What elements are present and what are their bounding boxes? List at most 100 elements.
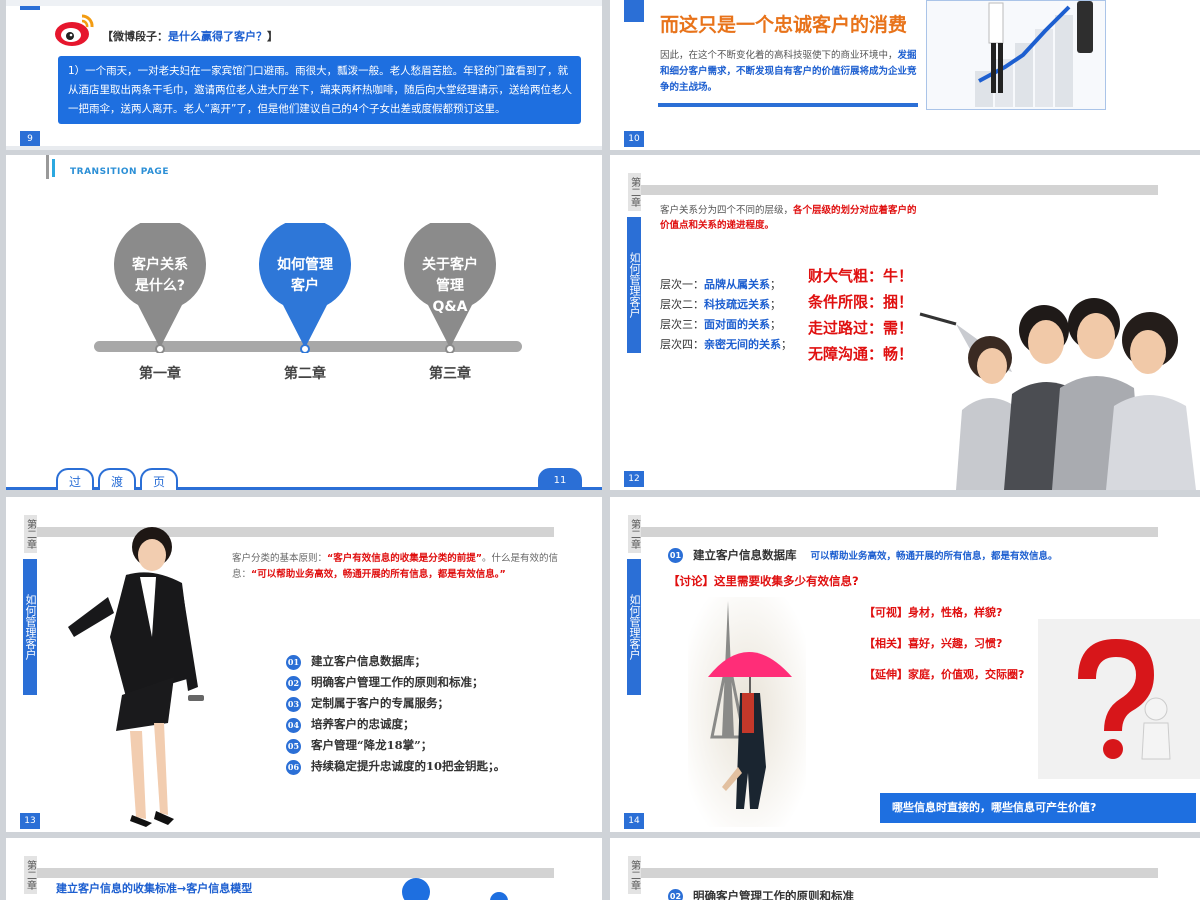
item-text: 定制属于客户的专属服务； (311, 696, 449, 710)
level-tail: ； (781, 338, 792, 351)
blue-decoration-small (490, 892, 508, 900)
level-row: 层次一：品牌从属关系； (660, 275, 792, 295)
level-row: 层次三：面对面的关系； (660, 315, 792, 335)
point-row: 【延伸】家庭，价值观，交际圈? (864, 659, 1024, 690)
intro-plain: 客户关系分为四个不同的层级， (660, 205, 794, 216)
chapter-title: 如何管理客户 (627, 217, 641, 353)
slide-number: 11 (538, 468, 582, 490)
slide13-principle: 客户分类的基本原则：“客户有效信息的收集是分类的前提”。什么是有效的信息：“可以… (232, 551, 582, 583)
slogan: 条件所限：捆！ (808, 293, 914, 311)
item-note: 可以帮助业务高效，畅通开展的所有信息，都是有效信息。 (810, 551, 1058, 562)
level-name: 亲密无间的关系 (704, 338, 781, 351)
chapter-number: 第二章 (627, 515, 641, 553)
slide-11[interactable]: TRANSITION PAGE 客户关系 是什么? 如何管理 客户 关于客户 管… (6, 155, 602, 490)
tab-du[interactable]: 渡 (98, 468, 136, 490)
slide10-title: 而这只是一个忠诚客户的消费 (660, 14, 908, 36)
level-name: 面对面的关系 (704, 318, 770, 331)
transition-marker-blue (52, 159, 55, 177)
item-number: 02 (668, 889, 683, 900)
item-number: 01 (668, 548, 683, 563)
eiffel-umbrella-photo (688, 597, 806, 827)
slide12-intro: 客户关系分为四个不同的层级，各个层级的划分对应着客户的价值点和关系的递进程度。 (660, 203, 920, 233)
item-text: 明确客户管理工作的原则和标准； (311, 675, 484, 689)
list-item: 03 定制属于客户的专属服务； (286, 693, 505, 714)
principle-plain: 客户分类的基本原则： (232, 553, 328, 564)
chapter-number: 第二章 (23, 856, 37, 894)
header-bar (640, 527, 1158, 537)
item-text: 持续稳定提升忠诚度的10把金钥匙；。 (311, 759, 506, 773)
slide-12[interactable]: 第二章 如何管理客户 客户关系分为四个不同的层级，各个层级的划分对应着客户的价值… (610, 155, 1200, 490)
banner-text: 哪些信息时直接的，哪些信息可产生价值? (892, 801, 1097, 814)
slide-16[interactable]: 第二章 02 明确客户管理工作的原则和标准 (610, 838, 1200, 900)
level-row: 层次二：科技疏远关系； (660, 295, 792, 315)
chapter-number: 第二章 (627, 173, 641, 211)
item-number: 01 (286, 654, 301, 670)
slide-top-tab (624, 0, 644, 22)
slide-10[interactable]: 而这只是一个忠诚客户的消费 因此，在这个不断变化着的高科技驱使下的商业环境中，发… (610, 0, 1200, 150)
item-number: 06 (286, 759, 301, 775)
pin-3-text: 关于客户 管理 Q&A (422, 257, 478, 315)
slide-number: 13 (20, 813, 40, 829)
header-suffix: 】 (267, 30, 278, 43)
level-tail: ； (770, 278, 781, 291)
chapter-tab: 第二章 (20, 856, 40, 894)
question-mark-figure (1038, 619, 1200, 779)
item-number: 05 (286, 738, 301, 754)
point-tag: 【延伸】 (864, 668, 908, 681)
slide16-heading: 02 明确客户管理工作的原则和标准 (668, 888, 854, 900)
level-label: 层次一： (660, 278, 704, 291)
pin-2-text: 如何管理 客户 (277, 257, 333, 294)
bottom-line (6, 487, 602, 490)
header-prefix: 【微博段子： (102, 30, 168, 43)
blue-decoration (402, 878, 430, 900)
bottom-banner: 哪些信息时直接的，哪些信息可产生价值? (880, 793, 1196, 823)
slide14-heading: 01 建立客户信息数据库 可以帮助业务高效，畅通开展的所有信息，都是有效信息。 (668, 547, 1058, 563)
slide-13[interactable]: 第二章 如何管理客户 客户分类的基本原则：“客户有效信息的收集是分类的前提”。什… (6, 497, 602, 832)
businesswoman-figure (68, 527, 204, 827)
item-number: 04 (286, 717, 301, 733)
chapter-tab: 第二章 (624, 856, 644, 894)
slide15-title: 建立客户信息的收集标准→客户信息模型 (56, 882, 253, 895)
level-label: 层次二： (660, 298, 704, 311)
point-tag: 【可视】 (864, 606, 908, 619)
business-team-photo (919, 298, 1196, 490)
chapter-tab: 第二章 如何管理客户 (20, 515, 40, 695)
level-name: 品牌从属关系 (704, 278, 770, 291)
chapter-2-label: 第二章 (284, 366, 326, 382)
slide-number: 9 (20, 131, 40, 147)
tab-guo[interactable]: 过 (56, 468, 94, 490)
level-label: 层次三： (660, 318, 704, 331)
item-title: 明确客户管理工作的原则和标准 (693, 889, 854, 900)
point-text: 家庭，价值观，交际圈? (908, 668, 1025, 681)
slide-number: 12 (624, 471, 644, 487)
chapter-3-label: 第三章 (429, 366, 471, 382)
slogan: 走过路过：需！ (808, 319, 914, 337)
slogan: 无障沟通：畅！ (808, 345, 914, 363)
header-bar (640, 868, 1158, 878)
chapter-number: 第二章 (627, 856, 641, 894)
item-number: 03 (286, 696, 301, 712)
slide-9[interactable]: 【微博段子：是什么赢得了客户？】 1）一个雨天，一对老夫妇在一家宾馆门口避雨。雨… (6, 0, 602, 150)
story-box: 1）一个雨天，一对老夫妇在一家宾馆门口避雨。雨很大，瓢泼一般。老人愁眉苦脸。年轻… (58, 56, 581, 124)
transition-label: TRANSITION PAGE (70, 167, 169, 177)
chapter-title: 如何管理客户 (627, 559, 641, 695)
principles-list: 01 建立客户信息数据库； 02 明确客户管理工作的原则和标准； 03 定制属于客户的… (286, 651, 505, 777)
slogans: 财大气粗：牛！ 条件所限：捆！ 走过路过：需！ 无障沟通：畅！ (808, 263, 913, 367)
growth-chart-photo (926, 0, 1106, 110)
level-label: 层次四： (660, 338, 704, 351)
pin-1-text: 客户关系 是什么? (132, 257, 188, 294)
point-row: 【可视】身材，性格，样貌? (864, 597, 1024, 628)
transition-marker (46, 155, 49, 179)
levels-list: 层次一：品牌从属关系； 层次二：科技疏远关系； 层次三：面对面的关系； 层次四：… (660, 275, 792, 355)
principle-red: “客户有效信息的收集是分类的前提” (327, 553, 483, 564)
tab-ye[interactable]: 页 (140, 468, 178, 490)
item-text: 客户管理“降龙18掌”； (311, 738, 433, 752)
slide-14[interactable]: 第二章 如何管理客户 01 建立客户信息数据库 可以帮助业务高效，畅通开展的所有信… (610, 497, 1200, 832)
slide-number: 14 (624, 813, 644, 829)
top-bar (6, 0, 602, 6)
level-tail: ； (770, 298, 781, 311)
chapter-title: 如何管理客户 (23, 559, 37, 695)
slide-15[interactable]: 第二章 建立客户信息的收集标准→客户信息模型 (6, 838, 602, 900)
point-row: 【相关】喜好，兴趣，习惯? (864, 628, 1024, 659)
header-question: 是什么赢得了客户？ (168, 30, 267, 43)
